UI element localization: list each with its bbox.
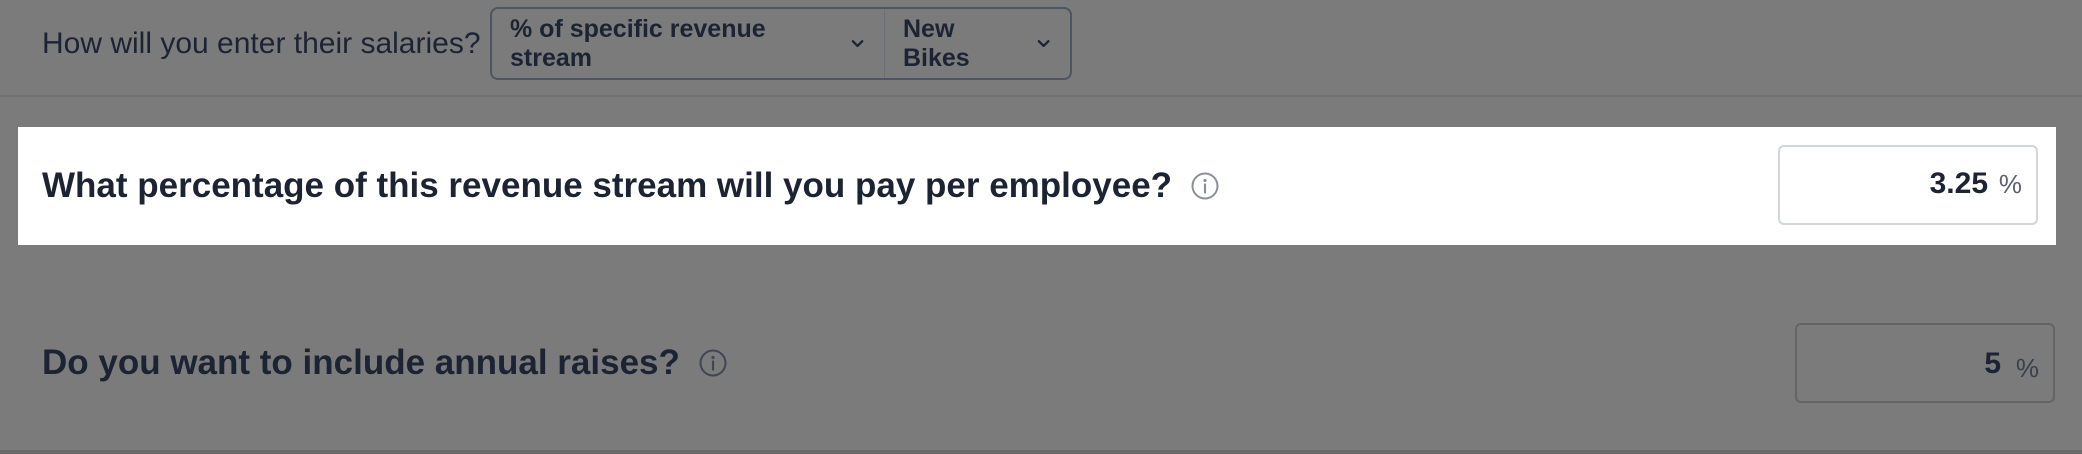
percentage-unit: % bbox=[1998, 169, 2022, 199]
salary-entry-selector-group: % of specific revenue stream New Bikes bbox=[490, 7, 1072, 80]
method-dropdown-value: % of specific revenue stream bbox=[510, 14, 766, 72]
percentage-row: What percentage of this revenue stream w… bbox=[18, 127, 2056, 245]
percentage-question-text: What percentage of this revenue stream w… bbox=[42, 166, 1173, 205]
info-icon[interactable] bbox=[1190, 171, 1220, 201]
raises-input-value: 5 bbox=[1984, 347, 2001, 380]
revenue-stream-dropdown-value: New Bikes bbox=[903, 14, 970, 72]
raises-question-text: Do you want to include annual raises? bbox=[42, 343, 680, 382]
bottom-divider bbox=[0, 450, 2082, 454]
info-icon[interactable] bbox=[698, 348, 728, 378]
percentage-input[interactable]: 3.25 % bbox=[1778, 145, 2038, 225]
salary-entry-question: How will you enter their salaries? bbox=[42, 27, 481, 60]
raises-unit: % bbox=[2015, 353, 2039, 383]
raises-input[interactable]: 5 % bbox=[1795, 323, 2055, 403]
chevron-down-icon bbox=[851, 39, 864, 47]
revenue-stream-dropdown[interactable]: New Bikes bbox=[885, 9, 1070, 78]
percentage-question: What percentage of this revenue stream w… bbox=[42, 165, 1220, 207]
salary-entry-bar: How will you enter their salaries? % of … bbox=[0, 0, 2082, 97]
percentage-input-value: 3.25 bbox=[1929, 167, 1988, 200]
chevron-down-icon bbox=[1037, 39, 1050, 47]
raises-question: Do you want to include annual raises? bbox=[42, 342, 728, 384]
method-dropdown[interactable]: % of specific revenue stream bbox=[492, 9, 885, 78]
